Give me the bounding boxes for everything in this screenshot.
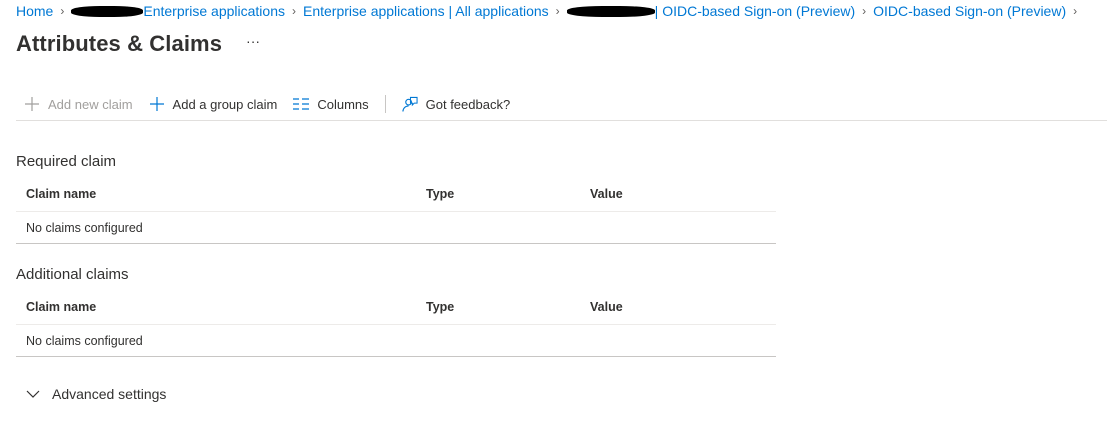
advanced-settings-label: Advanced settings (52, 386, 167, 402)
page-header: Attributes & Claims ··· (16, 29, 260, 59)
chevron-right-icon: › (1073, 4, 1078, 18)
chevron-right-icon: › (60, 4, 65, 18)
redacted-text (566, 5, 655, 17)
column-header-type[interactable]: Type (426, 187, 454, 201)
column-header-value[interactable]: Value (590, 187, 623, 201)
breadcrumb: Home › Enterprise applications › Enterpr… (16, 2, 1084, 20)
column-header-type[interactable]: Type (426, 300, 454, 314)
chevron-down-icon (26, 387, 40, 401)
column-header-claim-name[interactable]: Claim name (26, 187, 96, 201)
feedback-icon (402, 96, 418, 112)
add-group-claim-button[interactable]: Add a group claim (141, 90, 286, 118)
required-claim-heading: Required claim (16, 153, 117, 170)
feedback-button[interactable]: Got feedback? (394, 90, 519, 118)
breadcrumb-oidc-sign-on[interactable]: OIDC-based Sign-on (Preview) (873, 3, 1066, 19)
chevron-right-icon: › (555, 4, 560, 18)
plus-icon (149, 96, 165, 112)
additional-claims-grid: Claim name Type Value No claims configur… (16, 290, 776, 357)
breadcrumb-enterprise-applications[interactable]: Enterprise applications (143, 3, 285, 19)
command-bar: Add new claim Add a group claim Columns … (16, 88, 1107, 121)
add-group-claim-label: Add a group claim (172, 96, 278, 112)
empty-row: No claims configured (16, 325, 776, 357)
empty-message: No claims configured (26, 333, 143, 348)
advanced-settings-toggle[interactable]: Advanced settings (26, 384, 166, 404)
column-header-value[interactable]: Value (590, 300, 623, 314)
columns-icon (293, 96, 310, 112)
required-claims-grid: Claim name Type Value No claims configur… (16, 177, 776, 244)
breadcrumb-all-applications[interactable]: Enterprise applications | All applicatio… (303, 3, 549, 19)
grid-header: Claim name Type Value (16, 177, 776, 212)
breadcrumb-home[interactable]: Home (16, 3, 53, 19)
page-title: Attributes & Claims (16, 31, 223, 56)
columns-button[interactable]: Columns (285, 90, 376, 118)
add-new-claim-label: Add new claim (48, 96, 133, 112)
grid-header: Claim name Type Value (16, 290, 776, 325)
more-options-button[interactable]: ··· (246, 33, 260, 49)
chevron-right-icon: › (862, 4, 867, 18)
empty-row: No claims configured (16, 212, 776, 244)
breadcrumb-app-oidc-sign-on[interactable]: | OIDC-based Sign-on (Preview) (655, 3, 855, 19)
redacted-text (71, 5, 144, 17)
empty-message: No claims configured (26, 220, 143, 235)
chevron-right-icon: › (292, 4, 296, 18)
column-header-claim-name[interactable]: Claim name (26, 300, 96, 314)
feedback-label: Got feedback? (425, 96, 511, 112)
plus-icon (24, 96, 40, 112)
add-new-claim-button[interactable]: Add new claim (16, 90, 141, 118)
additional-claims-heading: Additional claims (16, 266, 129, 283)
columns-label: Columns (317, 96, 369, 112)
toolbar-divider (384, 95, 386, 113)
